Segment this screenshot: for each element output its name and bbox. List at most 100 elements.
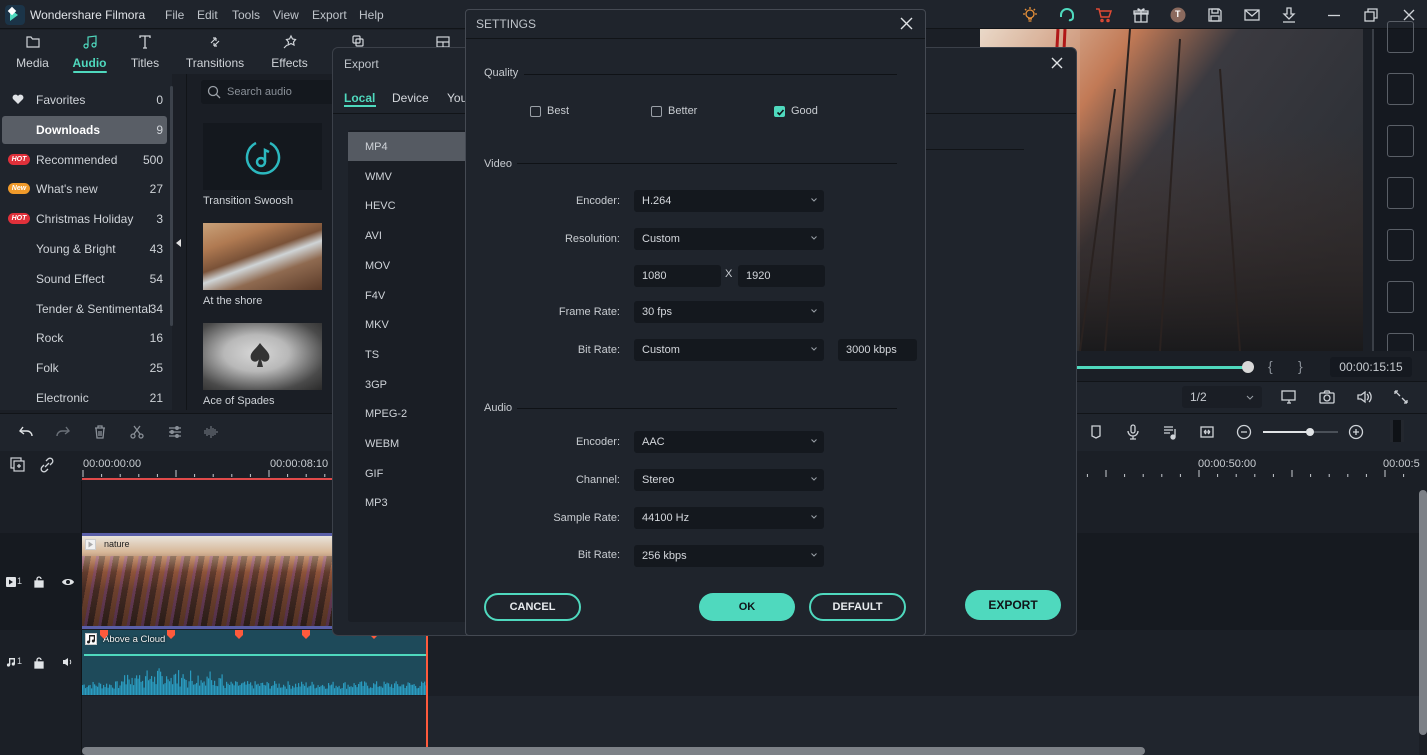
collapse-sidebar-arrow-icon[interactable] — [176, 239, 181, 247]
timeline-zoom-slider[interactable] — [1263, 428, 1338, 436]
quality-better-checkbox[interactable]: Better — [651, 105, 697, 117]
resolution-dropdown[interactable]: Custom — [634, 228, 824, 250]
voiceover-music-icon[interactable] — [1162, 424, 1178, 440]
support-headset-icon[interactable] — [1058, 6, 1076, 24]
mark-out-icon[interactable]: } — [1298, 358, 1303, 374]
snapshot-camera-icon[interactable] — [1318, 388, 1336, 406]
sidebar-item-favorites[interactable]: Favorites 0 — [2, 86, 167, 114]
format-option-wmv[interactable]: WMV — [348, 162, 466, 191]
sidebar-item-christmas-holiday[interactable]: HOT Christmas Holiday 3 — [2, 205, 167, 233]
fullscreen-icon[interactable] — [1392, 388, 1410, 406]
menu-file[interactable]: File — [165, 8, 184, 22]
menu-edit[interactable]: Edit — [197, 8, 218, 22]
lightbulb-icon[interactable] — [1021, 6, 1039, 24]
format-option-gif[interactable]: GIF — [348, 459, 466, 488]
resolution-height-input[interactable]: 1920 — [738, 265, 825, 287]
speaker-icon[interactable] — [62, 657, 74, 667]
format-option-avi[interactable]: AVI — [348, 221, 466, 250]
sidebar-item-what-s-new[interactable]: New What's new 27 — [2, 175, 167, 203]
sidebar-item-folk[interactable]: Folk 25 — [2, 354, 167, 382]
format-option-mov[interactable]: MOV — [348, 251, 466, 280]
library-item[interactable]: Transition Swoosh — [203, 123, 322, 207]
playback-progress[interactable] — [1076, 366, 1248, 369]
lock-icon[interactable] — [34, 657, 44, 669]
playback-progress-handle[interactable] — [1242, 361, 1254, 373]
library-item[interactable]: Ace of Spades — [203, 323, 322, 407]
sidebar-item-recommended[interactable]: HOT Recommended 500 — [2, 146, 167, 174]
mark-in-icon[interactable]: { — [1268, 358, 1273, 374]
timeline-vertical-scrollbar[interactable] — [1419, 490, 1427, 735]
marker-icon[interactable] — [1088, 424, 1104, 440]
sidebar-item-young-bright[interactable]: Young & Bright 43 — [2, 235, 167, 263]
format-option-3gp[interactable]: 3GP — [348, 370, 466, 399]
settings-close-icon[interactable] — [900, 17, 913, 30]
audio-bit-rate-dropdown[interactable]: 256 kbps — [634, 545, 824, 567]
sidebar-item-rock[interactable]: Rock 16 — [2, 324, 167, 352]
lock-icon[interactable] — [34, 576, 44, 588]
visibility-eye-icon[interactable] — [62, 577, 74, 587]
video-bit-rate-dropdown[interactable]: Custom — [634, 339, 824, 361]
tab-titles[interactable]: Titles — [124, 30, 166, 74]
mail-icon[interactable] — [1243, 6, 1261, 24]
video-clip[interactable]: nature — [82, 533, 332, 629]
format-option-hevc[interactable]: HEVC — [348, 191, 466, 220]
gift-icon[interactable] — [1132, 6, 1150, 24]
library-item[interactable]: At the shore — [203, 223, 322, 307]
volume-line[interactable] — [84, 654, 427, 656]
sidebar-scrollbar[interactable] — [170, 86, 173, 326]
sample-rate-dropdown[interactable]: 44100 Hz — [634, 507, 824, 529]
channel-dropdown[interactable]: Stereo — [634, 469, 824, 491]
timeline-playhead[interactable] — [426, 630, 428, 755]
video-bit-rate-input[interactable]: 3000 kbps — [838, 339, 917, 361]
format-option-ts[interactable]: TS — [348, 340, 466, 369]
menu-export[interactable]: Export — [312, 8, 347, 22]
resolution-width-input[interactable]: 1080 — [634, 265, 721, 287]
audio-clip[interactable]: Above a Cloud — [82, 630, 427, 695]
display-settings-icon[interactable] — [1280, 388, 1298, 406]
sidebar-item-electronic[interactable]: Electronic 21 — [2, 384, 167, 412]
ok-button[interactable]: OK — [699, 593, 795, 621]
sidebar-item-downloads[interactable]: Downloads 9 — [2, 115, 167, 144]
export-button[interactable]: EXPORT — [965, 590, 1061, 620]
format-option-f4v[interactable]: F4V — [348, 281, 466, 310]
tab-transitions[interactable]: Transitions — [185, 30, 245, 74]
default-button[interactable]: DEFAULT — [809, 593, 906, 621]
cart-icon[interactable] — [1095, 6, 1113, 24]
preview-zoom-select[interactable]: 1/2 — [1182, 386, 1262, 408]
redo-icon[interactable] — [55, 424, 71, 440]
microphone-icon[interactable] — [1125, 424, 1141, 440]
cut-scissors-icon[interactable] — [129, 424, 145, 440]
restore-icon[interactable] — [1362, 6, 1380, 24]
export-close-icon[interactable] — [1050, 56, 1064, 70]
format-option-mp3[interactable]: MP3 — [348, 488, 466, 517]
undo-icon[interactable] — [18, 424, 34, 440]
sidebar-item-sound-effect[interactable]: Sound Effect 54 — [2, 265, 167, 293]
user-avatar[interactable]: T — [1169, 6, 1187, 24]
quality-best-checkbox[interactable]: Best — [530, 105, 569, 117]
quality-good-checkbox[interactable]: Good — [774, 105, 818, 117]
volume-icon[interactable] — [1355, 388, 1373, 406]
save-icon[interactable] — [1206, 6, 1224, 24]
tab-media[interactable]: Media — [10, 30, 55, 74]
tab-audio[interactable]: Audio — [67, 30, 112, 74]
adjust-sliders-icon[interactable] — [167, 424, 183, 440]
fit-timeline-icon[interactable] — [1199, 424, 1215, 440]
audio-encoder-dropdown[interactable]: AAC — [634, 431, 824, 453]
search-audio-input[interactable]: Search audio — [201, 80, 341, 104]
format-option-mkv[interactable]: MKV — [348, 310, 466, 339]
delete-icon[interactable] — [92, 424, 108, 440]
sidebar-item-tender-sentimental[interactable]: Tender & Sentimental 34 — [2, 295, 167, 323]
zoom-in-icon[interactable] — [1348, 424, 1364, 440]
download-icon[interactable] — [1280, 6, 1298, 24]
menu-help[interactable]: Help — [359, 8, 384, 22]
audio-waveform-icon[interactable] — [203, 424, 219, 440]
export-tab-device[interactable]: Device — [392, 91, 429, 105]
format-option-mpeg-2[interactable]: MPEG-2 — [348, 399, 466, 428]
export-tab-local[interactable]: Local — [344, 91, 375, 105]
zoom-out-icon[interactable] — [1236, 424, 1252, 440]
cancel-button[interactable]: CANCEL — [484, 593, 581, 621]
frame-rate-dropdown[interactable]: 30 fps — [634, 301, 824, 323]
minimize-icon[interactable] — [1325, 6, 1343, 24]
menu-view[interactable]: View — [273, 8, 299, 22]
timeline-horizontal-scrollbar[interactable] — [82, 747, 1145, 755]
